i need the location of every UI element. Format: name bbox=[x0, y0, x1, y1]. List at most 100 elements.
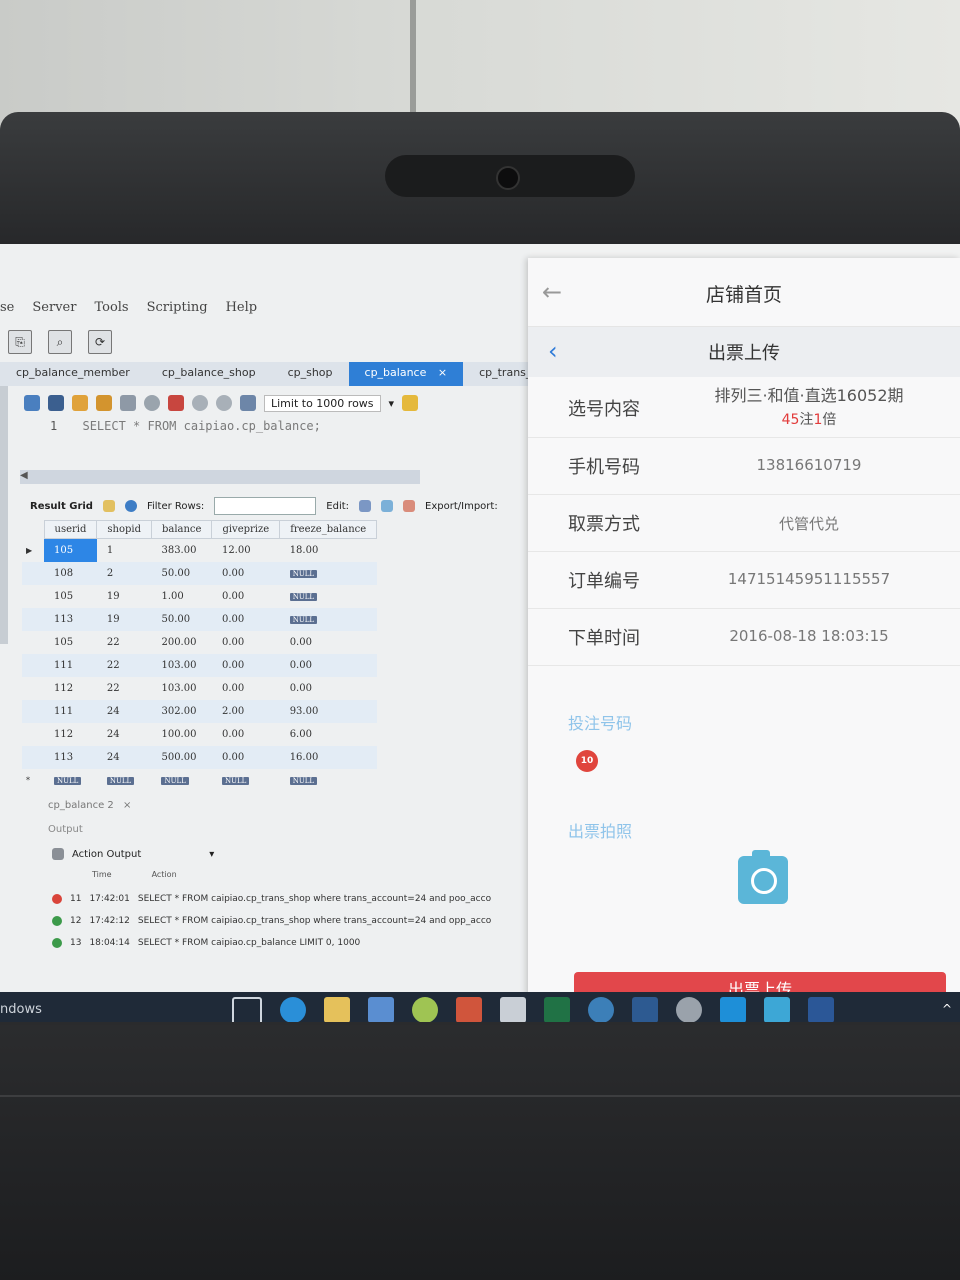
cell-shopid[interactable]: 2 bbox=[96, 562, 152, 585]
filter-rows-input[interactable] bbox=[214, 497, 317, 515]
table-row[interactable]: 105 22 200.00 0.00 0.00 bbox=[22, 631, 377, 654]
cell-userid[interactable]: 105 bbox=[44, 631, 97, 654]
cell-userid[interactable]: 112 bbox=[44, 677, 97, 700]
table-row[interactable]: 113 24 500.00 0.00 16.00 bbox=[22, 746, 377, 769]
reconnect-icon[interactable]: ⟳ bbox=[88, 330, 112, 354]
menu-item-server[interactable]: Server bbox=[32, 300, 76, 322]
result-grid-label[interactable]: Result Grid bbox=[30, 501, 93, 512]
cell-shopid[interactable]: 19 bbox=[97, 585, 152, 608]
add-row-icon[interactable] bbox=[381, 500, 394, 512]
menu-item[interactable]: se bbox=[0, 300, 14, 322]
cell-giveprize[interactable]: 0.00 bbox=[211, 562, 280, 585]
cell-userid[interactable]: 105 bbox=[44, 538, 97, 562]
autocommit-icon[interactable] bbox=[240, 395, 256, 411]
app-icon[interactable] bbox=[412, 997, 438, 1022]
cell-shopid[interactable]: NULL bbox=[97, 769, 152, 792]
cell-shopid[interactable]: 19 bbox=[96, 608, 152, 631]
table-row[interactable]: ▶ 105 1 383.00 12.00 18.00 bbox=[22, 538, 377, 563]
close-icon[interactable]: × bbox=[438, 366, 447, 379]
cell-giveprize[interactable]: 0.00 bbox=[212, 723, 280, 746]
cell-freeze-balance[interactable]: 0.00 bbox=[279, 654, 377, 677]
chevron-down-icon[interactable]: ▾ bbox=[209, 849, 214, 860]
log-row[interactable]: 11 17:42:01 SELECT * FROM caipiao.cp_trans… bbox=[52, 888, 491, 910]
column-header-freeze-balance[interactable]: freeze_balance bbox=[279, 520, 378, 539]
cell-balance[interactable]: 100.00 bbox=[151, 723, 211, 746]
workbench-icon[interactable] bbox=[588, 997, 614, 1022]
task-view-icon[interactable] bbox=[232, 997, 262, 1022]
cell-giveprize[interactable]: NULL bbox=[212, 769, 280, 792]
cell-shopid[interactable]: 22 bbox=[97, 631, 152, 654]
cell-freeze-balance[interactable]: NULL bbox=[280, 769, 377, 792]
save-icon[interactable] bbox=[48, 395, 64, 411]
cell-userid[interactable]: 108 bbox=[44, 562, 97, 585]
bet-number-badge[interactable]: 10 bbox=[576, 750, 598, 772]
menu-item-tools[interactable]: Tools bbox=[94, 300, 128, 322]
table-row[interactable]: 112 24 100.00 0.00 6.00 bbox=[22, 723, 377, 746]
table-row[interactable]: 111 22 103.00 0.00 0.00 bbox=[22, 654, 377, 677]
store-icon[interactable] bbox=[368, 997, 394, 1022]
execute-current-icon[interactable] bbox=[96, 395, 112, 411]
cell-freeze-balance[interactable]: NULL bbox=[279, 562, 377, 585]
cell-balance[interactable]: 383.00 bbox=[151, 539, 211, 563]
wechat-icon[interactable] bbox=[676, 997, 702, 1022]
cell-giveprize[interactable]: 0.00 bbox=[212, 585, 280, 608]
column-header-userid[interactable]: userid bbox=[43, 520, 98, 539]
cell-giveprize[interactable]: 2.00 bbox=[211, 700, 280, 723]
tab-cp-balance-shop[interactable]: cp_balance_shop bbox=[146, 362, 272, 386]
table-row[interactable]: 105 19 1.00 0.00 NULL bbox=[22, 585, 377, 608]
cell-balance[interactable]: 50.00 bbox=[151, 562, 212, 585]
cell-balance[interactable]: 103.00 bbox=[151, 677, 211, 700]
table-row[interactable]: 113 19 50.00 0.00 NULL bbox=[22, 608, 377, 631]
cell-giveprize[interactable]: 0.00 bbox=[212, 631, 280, 654]
cell-balance[interactable]: 103.00 bbox=[151, 654, 212, 677]
grid-icon[interactable] bbox=[102, 500, 115, 512]
cell-userid[interactable]: 113 bbox=[44, 746, 97, 769]
mail-icon[interactable] bbox=[456, 997, 482, 1022]
tab-cp-balance[interactable]: cp_balance × bbox=[348, 362, 464, 386]
open-file-icon[interactable] bbox=[24, 395, 40, 411]
cell-userid[interactable]: 113 bbox=[44, 608, 97, 631]
cell-giveprize[interactable]: 12.00 bbox=[212, 539, 280, 563]
cell-userid[interactable]: 105 bbox=[44, 585, 97, 608]
log-row[interactable]: 12 17:42:12 SELECT * FROM caipiao.cp_trans… bbox=[52, 910, 491, 932]
delete-row-icon[interactable] bbox=[403, 500, 416, 512]
menu-item-help[interactable]: Help bbox=[226, 300, 258, 322]
cell-giveprize[interactable]: 0.00 bbox=[212, 677, 280, 700]
cell-giveprize[interactable]: 0.00 bbox=[211, 746, 280, 769]
inspect-icon[interactable]: ⌕ bbox=[48, 330, 72, 354]
chevron-down-icon[interactable]: ▾ bbox=[389, 397, 395, 410]
menu-item-scripting[interactable]: Scripting bbox=[147, 300, 208, 322]
beautify-icon[interactable] bbox=[402, 395, 419, 411]
folder-icon[interactable] bbox=[324, 997, 350, 1022]
cell-balance[interactable]: 200.00 bbox=[151, 631, 211, 654]
scroll-left-icon[interactable]: ◀ bbox=[20, 470, 28, 481]
cell-balance[interactable]: 302.00 bbox=[151, 700, 212, 723]
word-icon[interactable] bbox=[808, 997, 834, 1022]
cell-shopid[interactable]: 22 bbox=[96, 654, 152, 677]
tab-cp-shop[interactable]: cp_shop bbox=[272, 362, 349, 386]
limit-select[interactable]: Limit to 1000 rows bbox=[264, 394, 381, 412]
cell-freeze-balance[interactable]: 93.00 bbox=[279, 700, 377, 723]
cloud-icon[interactable] bbox=[500, 997, 526, 1022]
new-connection-icon[interactable]: ⎘ bbox=[8, 330, 32, 354]
tray-chevron-up-icon[interactable]: ^ bbox=[942, 1002, 952, 1016]
commit-icon[interactable] bbox=[192, 395, 208, 411]
edit-row-icon[interactable] bbox=[359, 500, 372, 512]
table-row[interactable]: * NULL NULL NULL NULL NULL bbox=[22, 769, 377, 792]
close-icon[interactable]: × bbox=[123, 800, 131, 811]
cell-giveprize[interactable]: 0.00 bbox=[211, 608, 280, 631]
cell-userid[interactable]: 112 bbox=[44, 723, 97, 746]
cell-shopid[interactable]: 24 bbox=[97, 723, 152, 746]
log-row[interactable]: 13 18:04:14 SELECT * FROM caipiao.cp_balan… bbox=[52, 932, 491, 954]
cell-freeze-balance[interactable]: NULL bbox=[279, 608, 377, 631]
cell-freeze-balance[interactable]: 16.00 bbox=[279, 746, 377, 769]
stop-icon[interactable] bbox=[144, 395, 160, 411]
table-row[interactable]: 111 24 302.00 2.00 93.00 bbox=[22, 700, 377, 723]
cell-shopid[interactable]: 24 bbox=[96, 700, 152, 723]
column-header-shopid[interactable]: shopid bbox=[96, 520, 152, 539]
cell-balance[interactable]: 50.00 bbox=[151, 608, 212, 631]
column-header-giveprize[interactable]: giveprize bbox=[211, 520, 281, 539]
cell-shopid[interactable]: 24 bbox=[96, 746, 152, 769]
cell-balance[interactable]: 1.00 bbox=[151, 585, 211, 608]
cell-freeze-balance[interactable]: NULL bbox=[280, 585, 377, 608]
